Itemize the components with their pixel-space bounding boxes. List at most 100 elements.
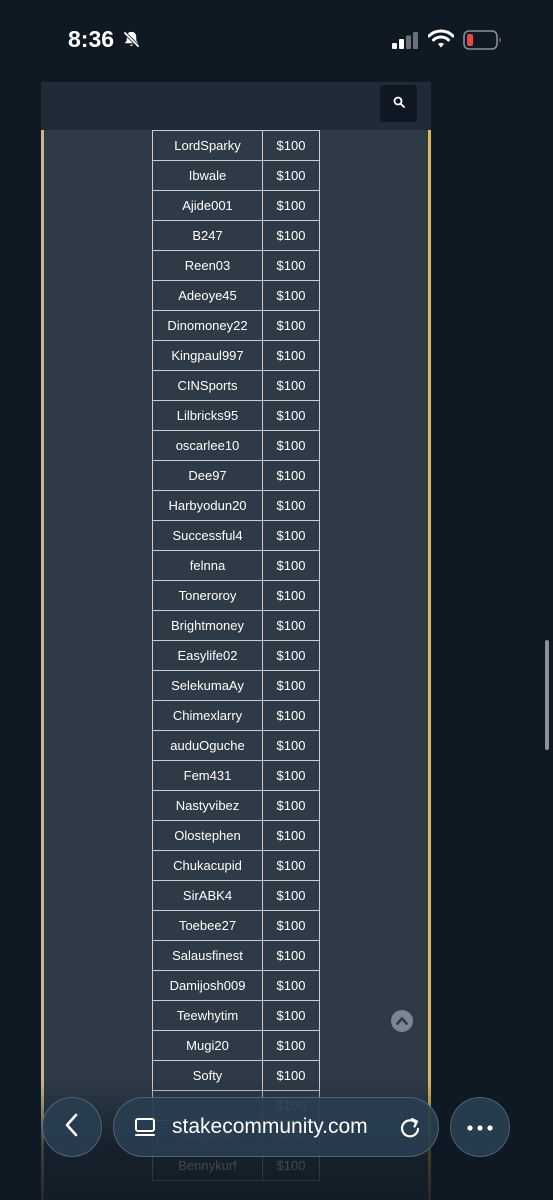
winner-amount: $100 bbox=[262, 130, 320, 161]
table-row: Lilbricks95 $100 bbox=[152, 400, 320, 431]
winner-name: Lilbricks95 bbox=[152, 400, 263, 431]
table-row: Teewhytim $100 bbox=[152, 1000, 320, 1031]
winner-name: Brightmoney bbox=[152, 610, 263, 641]
table-row: Chimexlarry $100 bbox=[152, 700, 320, 731]
winner-amount: $100 bbox=[262, 970, 320, 1001]
status-bar: 8:36 bbox=[0, 0, 553, 82]
cellular-signal-icon bbox=[392, 32, 419, 54]
winner-name: oscarlee10 bbox=[152, 430, 263, 461]
winner-amount: $100 bbox=[262, 460, 320, 491]
winner-name: SirABK4 bbox=[152, 880, 263, 911]
winner-amount: $100 bbox=[262, 820, 320, 851]
winner-name: auduOguche bbox=[152, 730, 263, 761]
table-row: Ajide001 $100 bbox=[152, 190, 320, 221]
winner-name: Mugi20 bbox=[152, 1030, 263, 1061]
page-scrollbar[interactable] bbox=[545, 640, 549, 750]
table-row: Reen03 $100 bbox=[152, 250, 320, 281]
winner-name: Dee97 bbox=[152, 460, 263, 491]
winner-amount: $100 bbox=[262, 670, 320, 701]
scroll-to-top-button[interactable] bbox=[391, 1010, 413, 1032]
table-row: Softy $100 bbox=[152, 1060, 320, 1091]
table-row: B247 $100 bbox=[152, 220, 320, 251]
winner-name: CINSports bbox=[152, 370, 263, 401]
search-icon bbox=[393, 95, 405, 113]
winners-table: LordSparky $100 Ibwale $100 Ajide001 $100 B247… bbox=[152, 130, 320, 1181]
table-row: Olostephen $100 bbox=[152, 820, 320, 851]
url-text: stakecommunity.com bbox=[172, 1115, 368, 1138]
table-row: Mugi20 $100 bbox=[152, 1030, 320, 1061]
winner-name: Damijosh009 bbox=[152, 970, 263, 1001]
winner-name: Easylife02 bbox=[152, 640, 263, 671]
table-row: CINSports $100 bbox=[152, 370, 320, 401]
winner-amount: $100 bbox=[262, 370, 320, 401]
table-row: Brightmoney $100 bbox=[152, 610, 320, 641]
table-row: Successful4 $100 bbox=[152, 520, 320, 551]
battery-low-icon bbox=[463, 30, 503, 55]
winner-amount: $100 bbox=[262, 160, 320, 191]
winner-name: Fem431 bbox=[152, 760, 263, 791]
winner-name: Softy bbox=[152, 1060, 263, 1091]
table-row: Kingpaul997 $100 bbox=[152, 340, 320, 371]
winner-amount: $100 bbox=[262, 1000, 320, 1031]
winner-amount: $100 bbox=[262, 340, 320, 371]
table-row: Salausfinest $100 bbox=[152, 940, 320, 971]
table-row: oscarlee10 $100 bbox=[152, 430, 320, 461]
winner-name: Adeoye45 bbox=[152, 280, 263, 311]
table-row: Nastyvibez $100 bbox=[152, 790, 320, 821]
table-row: Toneroroy $100 bbox=[152, 580, 320, 611]
winner-amount: $100 bbox=[262, 760, 320, 791]
page-settings-icon[interactable] bbox=[134, 1117, 156, 1144]
winner-name: Chimexlarry bbox=[152, 700, 263, 731]
winner-name: LordSparky bbox=[152, 130, 263, 161]
table-row: LordSparky $100 bbox=[152, 130, 320, 161]
winner-name: Toebee27 bbox=[152, 910, 263, 941]
table-row: Toebee27 $100 bbox=[152, 910, 320, 941]
winner-amount: $100 bbox=[262, 250, 320, 281]
winner-name: Chukacupid bbox=[152, 850, 263, 881]
table-row: Fem431 $100 bbox=[152, 760, 320, 791]
winner-amount: $100 bbox=[262, 1030, 320, 1061]
winner-name: Nastyvibez bbox=[152, 790, 263, 821]
chevron-up-icon bbox=[396, 1012, 408, 1030]
winner-name: Kingpaul997 bbox=[152, 340, 263, 371]
table-row: SelekumaAy $100 bbox=[152, 670, 320, 701]
ellipsis-icon bbox=[467, 1118, 493, 1136]
chevron-left-icon bbox=[64, 1112, 80, 1143]
table-row: SirABK4 $100 bbox=[152, 880, 320, 911]
winner-amount: $100 bbox=[262, 940, 320, 971]
winner-name: Dinomoney22 bbox=[152, 310, 263, 341]
table-row: auduOguche $100 bbox=[152, 730, 320, 761]
table-row: Ibwale $100 bbox=[152, 160, 320, 191]
table-row: Easylife02 $100 bbox=[152, 640, 320, 671]
winner-amount: $100 bbox=[262, 700, 320, 731]
winner-name: Harbyodun20 bbox=[152, 490, 263, 521]
winner-amount: $100 bbox=[262, 580, 320, 611]
winner-name: Toneroroy bbox=[152, 580, 263, 611]
table-row: Harbyodun20 $100 bbox=[152, 490, 320, 521]
winner-name: SelekumaAy bbox=[152, 670, 263, 701]
winner-amount: $100 bbox=[262, 610, 320, 641]
winner-name: felnna bbox=[152, 550, 263, 581]
table-row: Damijosh009 $100 bbox=[152, 970, 320, 1001]
winner-amount: $100 bbox=[262, 430, 320, 461]
winner-name: Ajide001 bbox=[152, 190, 263, 221]
winner-amount: $100 bbox=[262, 850, 320, 881]
reload-icon[interactable] bbox=[398, 1115, 422, 1144]
winner-name: Teewhytim bbox=[152, 1000, 263, 1031]
bell-slash-icon bbox=[122, 30, 141, 54]
back-button[interactable] bbox=[42, 1097, 102, 1157]
winners-content: LordSparky $100 Ibwale $100 Ajide001 $100 B247… bbox=[41, 130, 431, 1200]
winner-name: Ibwale bbox=[152, 160, 263, 191]
table-row: felnna $100 bbox=[152, 550, 320, 581]
winner-name: Olostephen bbox=[152, 820, 263, 851]
address-bar[interactable]: stakecommunity.com bbox=[113, 1097, 439, 1157]
table-row: Dee97 $100 bbox=[152, 460, 320, 491]
winner-amount: $100 bbox=[262, 310, 320, 341]
table-row: Adeoye45 $100 bbox=[152, 280, 320, 311]
winner-amount: $100 bbox=[262, 550, 320, 581]
winner-name: Reen03 bbox=[152, 250, 263, 281]
more-options-button[interactable] bbox=[450, 1097, 510, 1157]
winner-amount: $100 bbox=[262, 730, 320, 761]
search-button[interactable] bbox=[380, 85, 417, 122]
winner-amount: $100 bbox=[262, 910, 320, 941]
